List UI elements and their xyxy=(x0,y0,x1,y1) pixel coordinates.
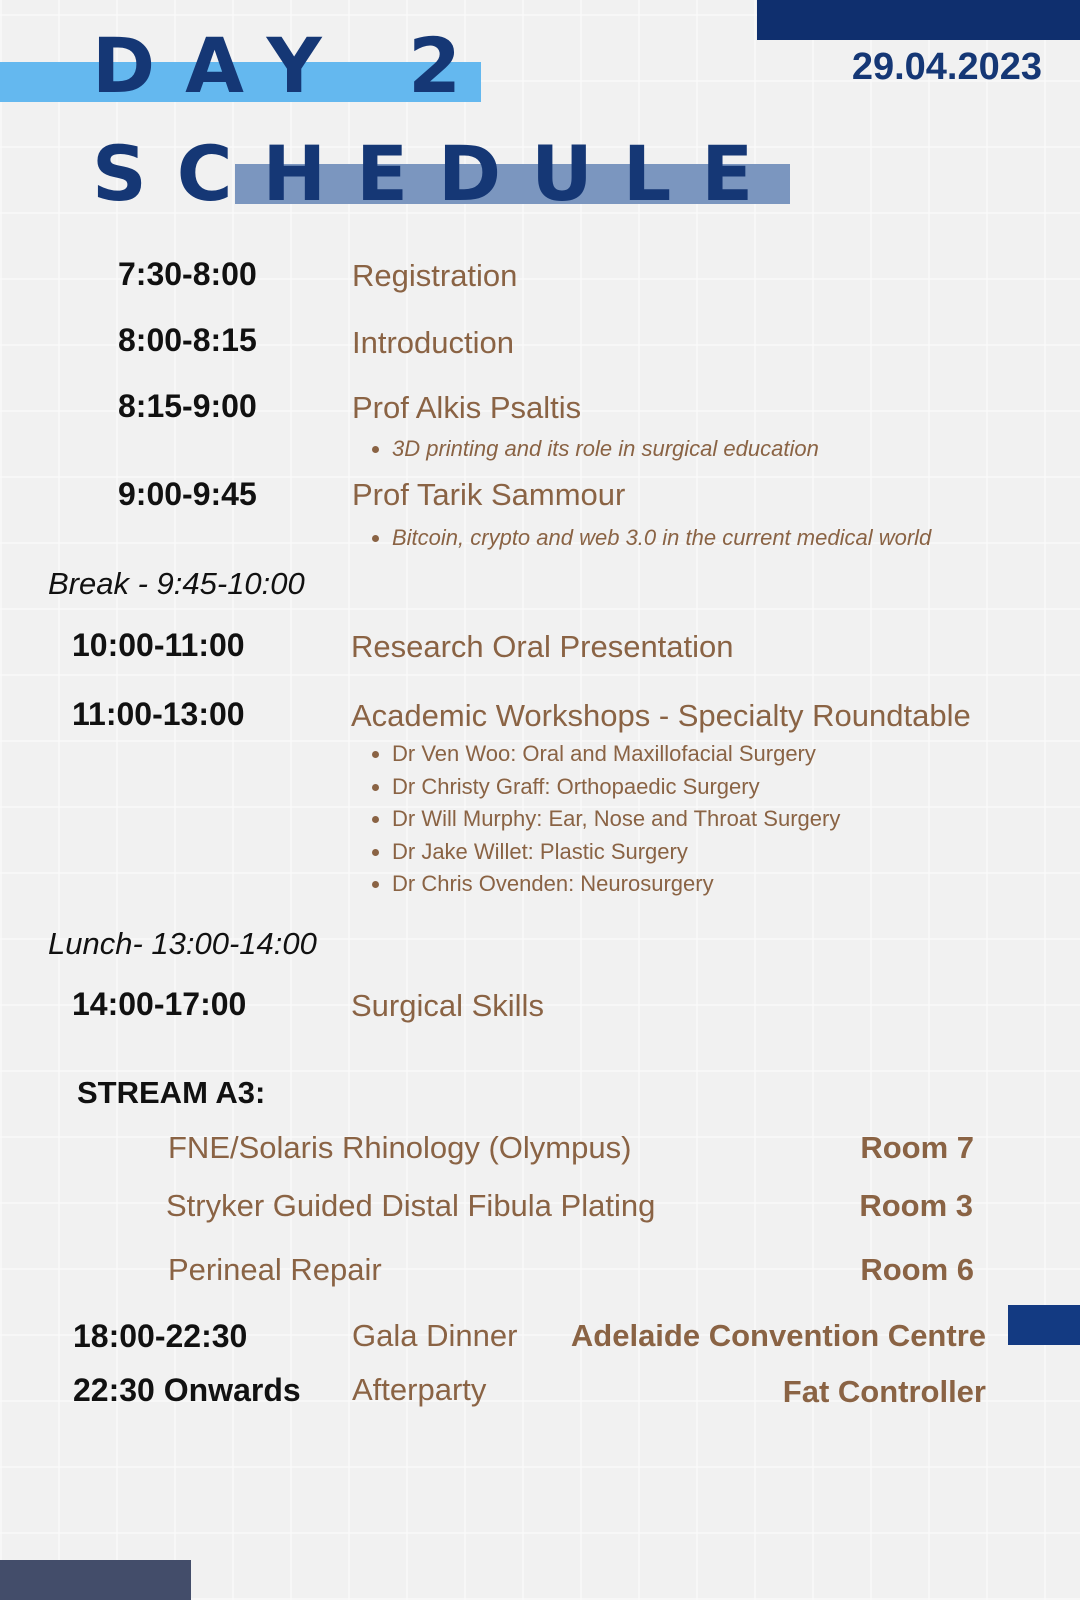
speaker-item: Dr Ven Woo: Oral and Maxillofacial Surge… xyxy=(392,738,840,771)
sammour-details: Bitcoin, crypto and web 3.0 in the curre… xyxy=(370,522,931,555)
time-psaltis: 8:15-9:00 xyxy=(118,388,257,424)
time-workshops: 11:00-13:00 xyxy=(72,696,245,732)
time-introduction: 8:00-8:15 xyxy=(118,322,257,358)
decor-bar-right xyxy=(1008,1305,1080,1345)
title-schedule: SCHEDULE xyxy=(92,129,784,218)
event-introduction: Introduction xyxy=(352,325,514,360)
lunch-label: Lunch- 13:00-14:00 xyxy=(48,926,317,961)
speaker-item: Dr Jake Willet: Plastic Surgery xyxy=(392,836,840,869)
time-afterparty: 22:30 Onwards xyxy=(73,1372,301,1408)
stream-label: STREAM A3: xyxy=(77,1075,266,1110)
event-workshops: Academic Workshops - Specialty Roundtabl… xyxy=(351,698,971,733)
time-research: 10:00-11:00 xyxy=(72,627,245,663)
stream-session-name: Stryker Guided Distal Fibula Plating xyxy=(166,1188,656,1223)
stream-session-room: Room 6 xyxy=(860,1252,974,1287)
speaker-item: Dr Will Murphy: Ear, Nose and Throat Sur… xyxy=(392,803,840,836)
decor-bar-top-right xyxy=(757,0,1080,40)
workshop-speakers: Dr Ven Woo: Oral and Maxillofacial Surge… xyxy=(370,738,840,901)
event-afterparty: Afterparty xyxy=(352,1372,487,1407)
psaltis-details: 3D printing and its role in surgical edu… xyxy=(370,433,819,466)
event-registration: Registration xyxy=(352,258,518,293)
venue-afterparty: Fat Controller xyxy=(782,1374,986,1409)
venue-gala-dinner: Adelaide Convention Centre xyxy=(570,1318,986,1353)
event-surgical-skills: Surgical Skills xyxy=(351,988,544,1023)
stream-session-room: Room 3 xyxy=(859,1188,973,1223)
title-day: DAY 2 xyxy=(92,21,492,110)
decor-bar-bottom-left xyxy=(0,1560,191,1600)
speaker-item: Dr Chris Ovenden: Neurosurgery xyxy=(392,868,840,901)
detail-item: 3D printing and its role in surgical edu… xyxy=(392,433,819,466)
break-label: Break - 9:45-10:00 xyxy=(48,566,305,601)
speaker-item: Dr Christy Graff: Orthopaedic Surgery xyxy=(392,771,840,804)
event-sammour: Prof Tarik Sammour xyxy=(352,477,626,512)
time-registration: 7:30-8:00 xyxy=(118,256,257,292)
time-gala-dinner: 18:00-22:30 xyxy=(73,1318,248,1354)
time-surgical-skills: 14:00-17:00 xyxy=(72,986,247,1022)
time-sammour: 9:00-9:45 xyxy=(118,476,257,512)
event-gala-dinner: Gala Dinner xyxy=(352,1318,518,1353)
stream-session-room: Room 7 xyxy=(860,1130,974,1165)
stream-session-name: FNE/Solaris Rhinology (Olympus) xyxy=(168,1130,632,1165)
detail-item: Bitcoin, crypto and web 3.0 in the curre… xyxy=(392,522,931,555)
stream-session-name: Perineal Repair xyxy=(168,1252,382,1287)
event-research: Research Oral Presentation xyxy=(351,629,734,664)
event-psaltis: Prof Alkis Psaltis xyxy=(352,390,582,425)
event-date: 29.04.2023 xyxy=(851,46,1042,88)
